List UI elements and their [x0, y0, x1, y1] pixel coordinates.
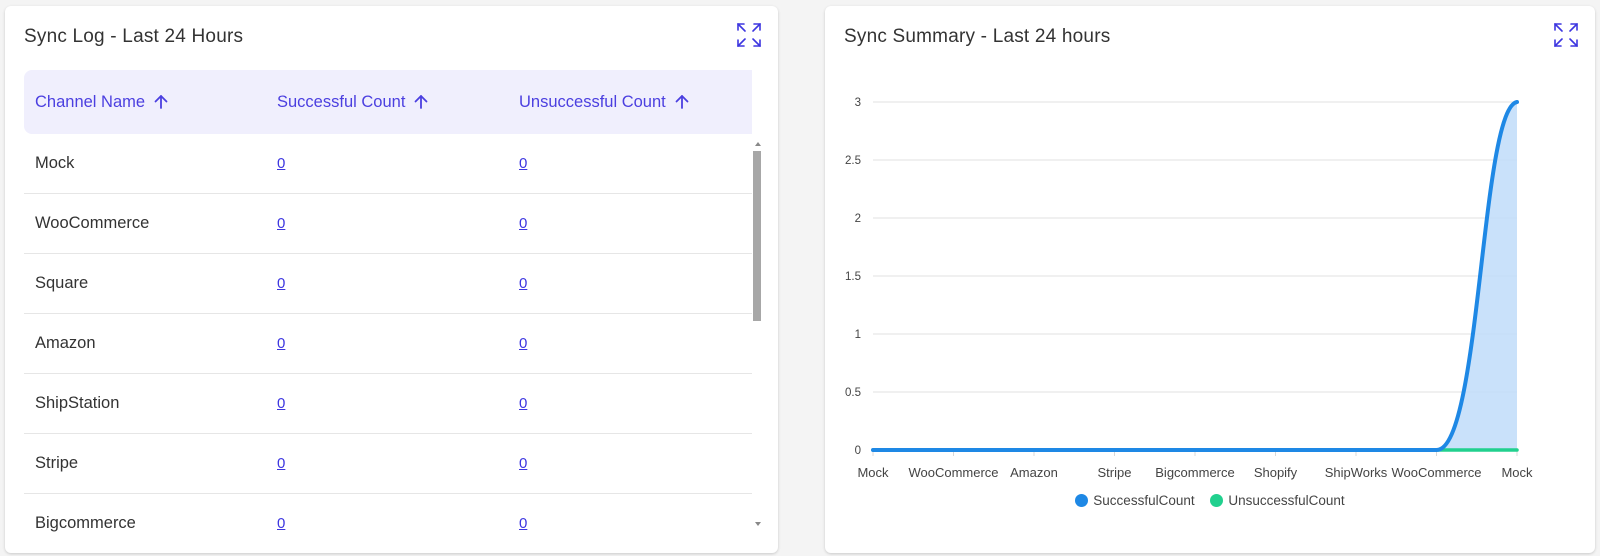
successful-count-link[interactable]: 0: [277, 134, 285, 193]
successful-count-link[interactable]: 0: [277, 314, 285, 373]
column-header-label: Successful Count: [277, 92, 406, 111]
x-tick-label: Amazon: [1010, 465, 1058, 480]
scrollbar-thumb[interactable]: [753, 151, 761, 321]
x-tick-label: Mock: [857, 465, 889, 480]
y-tick-label: 2: [855, 213, 861, 225]
chart-legend: SuccessfulCount UnsuccessfulCount: [825, 493, 1595, 510]
channel-name-cell: Amazon: [35, 334, 96, 352]
x-tick-label: WooCommerce: [908, 465, 998, 480]
unsuccessful-count-link[interactable]: 0: [519, 374, 527, 433]
y-tick-label: 2.5: [845, 155, 861, 167]
y-tick-label: 0.5: [845, 387, 861, 399]
successful-count-link[interactable]: 0: [277, 434, 285, 493]
successful-count-link[interactable]: 0: [277, 494, 285, 553]
table-row: WooCommerce 0 0: [24, 194, 752, 254]
legend-marker: [1075, 494, 1089, 507]
x-tick-label: WooCommerce: [1391, 465, 1481, 480]
column-header-channel-name[interactable]: Channel Name: [35, 93, 169, 112]
legend-item-successful[interactable]: SuccessfulCount: [1075, 493, 1195, 508]
table-row: Stripe 0 0: [24, 434, 752, 494]
table-row: Square 0 0: [24, 254, 752, 314]
sort-ascending-icon: [675, 95, 689, 109]
sync-summary-chart: 0 0.5 1 1.5 2 2.5 3 Mock WooCommerce Amazon Stripe…: [845, 97, 1533, 480]
successful-count-link[interactable]: 0: [277, 254, 285, 313]
unsuccessful-count-link[interactable]: 0: [519, 434, 527, 493]
unsuccessful-count-link[interactable]: 0: [519, 494, 527, 553]
unsuccessful-count-link[interactable]: 0: [519, 194, 527, 253]
column-header-label: Unsuccessful Count: [519, 92, 666, 111]
table-row: Amazon 0 0: [24, 314, 752, 374]
y-tick-label: 0: [855, 445, 861, 457]
x-tick-label: Mock: [1501, 465, 1533, 480]
table-scrollbar[interactable]: [753, 142, 763, 553]
scroll-up-arrow-icon[interactable]: [755, 142, 761, 146]
expand-icon: [737, 23, 761, 47]
unsuccessful-count-link[interactable]: 0: [519, 254, 527, 313]
sync-log-card: Sync Log - Last 24 Hours Channel Name Su…: [5, 6, 778, 553]
table-body: Mock 0 0 WooCommerce 0 0 Square 0 0 Amaz…: [24, 134, 752, 553]
x-tick-label: ShipWorks: [1325, 465, 1388, 480]
table-row: ShipStation 0 0: [24, 374, 752, 434]
sync-log-expand-button[interactable]: [736, 22, 762, 48]
x-tick-label: Bigcommerce: [1155, 465, 1234, 480]
channel-name-cell: WooCommerce: [35, 214, 150, 232]
legend-label: SuccessfulCount: [1093, 493, 1195, 508]
successful-count-link[interactable]: 0: [277, 374, 285, 433]
sort-ascending-icon: [415, 95, 428, 109]
channel-name-cell: Bigcommerce: [35, 514, 136, 532]
sync-summary-card: Sync Summary - Last 24 hours 0 0.5 1 1.5 2 2.…: [825, 6, 1595, 553]
table-row: Mock 0 0: [24, 134, 752, 194]
channel-name-cell: Stripe: [35, 454, 79, 472]
legend-label: UnsuccessfulCount: [1228, 493, 1345, 508]
channel-name-cell: Mock: [35, 154, 75, 172]
sync-log-table: Channel Name Successful Count Unsuccessf…: [24, 70, 752, 553]
sort-ascending-icon: [154, 95, 168, 109]
y-tick-label: 1.5: [845, 271, 861, 283]
x-tick-label: Shopify: [1254, 465, 1298, 480]
column-header-label: Channel Name: [35, 92, 146, 111]
y-tick-label: 3: [855, 97, 861, 109]
table-header: Channel Name Successful Count Unsuccessf…: [24, 70, 752, 134]
channel-name-cell: Square: [35, 274, 89, 292]
column-header-successful-count[interactable]: Successful Count: [277, 93, 429, 112]
legend-item-unsuccessful[interactable]: UnsuccessfulCount: [1210, 493, 1345, 508]
legend-marker: [1210, 494, 1224, 507]
column-header-unsuccessful-count[interactable]: Unsuccessful Count: [519, 93, 690, 112]
unsuccessful-count-link[interactable]: 0: [519, 134, 527, 193]
sync-log-title: Sync Log - Last 24 Hours: [24, 26, 244, 47]
x-tick-label: Stripe: [1098, 465, 1132, 480]
unsuccessful-count-link[interactable]: 0: [519, 314, 527, 373]
successful-count-link[interactable]: 0: [277, 194, 285, 253]
table-row: Bigcommerce 0 0: [24, 494, 752, 553]
scroll-down-arrow-icon[interactable]: [755, 522, 761, 526]
channel-name-cell: ShipStation: [35, 394, 120, 412]
y-tick-label: 1: [855, 329, 861, 341]
